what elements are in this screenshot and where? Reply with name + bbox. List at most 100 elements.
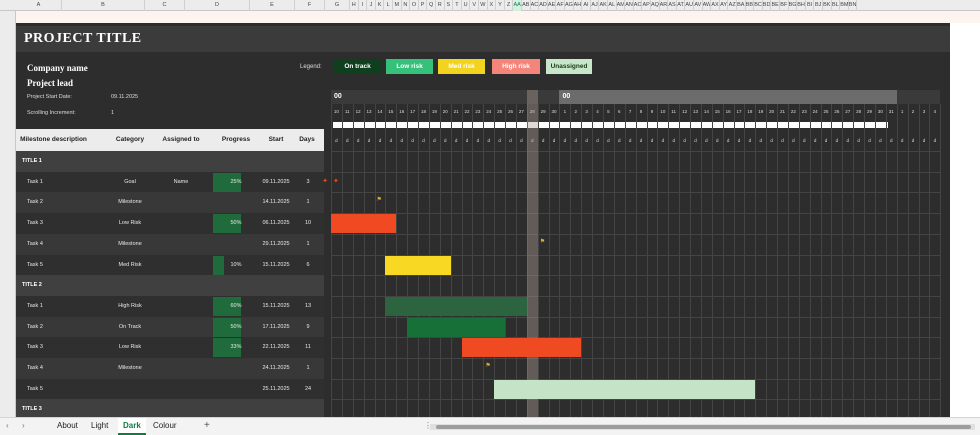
- column-header-al[interactable]: AL: [608, 0, 617, 11]
- task-category[interactable]: Med Risk: [104, 255, 156, 276]
- column-header-ai[interactable]: AI: [582, 0, 591, 11]
- task-progress[interactable]: 50%: [221, 213, 251, 234]
- column-header-a[interactable]: A: [16, 0, 62, 11]
- task-progress[interactable]: 60%: [221, 296, 251, 317]
- table-row[interactable]: Task 3 Low Risk 50% 06.11.2025 10: [16, 213, 324, 235]
- column-header-ba[interactable]: BA: [737, 0, 746, 11]
- column-header-c[interactable]: C: [145, 0, 185, 11]
- column-header-d[interactable]: D: [185, 0, 250, 11]
- task-days[interactable]: 1: [295, 192, 321, 213]
- task-assigned[interactable]: [156, 358, 206, 379]
- task-category[interactable]: On Track: [104, 317, 156, 338]
- task-progress[interactable]: 25%: [221, 172, 251, 193]
- column-header-av[interactable]: AV: [694, 0, 703, 11]
- column-header-aa[interactable]: AA: [513, 0, 522, 11]
- task-progress[interactable]: 50%: [221, 317, 251, 338]
- column-header-r[interactable]: R: [436, 0, 445, 11]
- task-start[interactable]: 14.11.2025: [259, 192, 293, 213]
- task-category[interactable]: Low Risk: [104, 337, 156, 358]
- column-header-ak[interactable]: AK: [599, 0, 608, 11]
- task-progress[interactable]: [221, 358, 251, 379]
- column-header-ag[interactable]: AG: [565, 0, 574, 11]
- task-category[interactable]: Milestone: [104, 192, 156, 213]
- task-assigned[interactable]: [156, 234, 206, 255]
- task-name[interactable]: Task 2: [27, 317, 97, 338]
- task-start[interactable]: 15.11.2025: [259, 296, 293, 317]
- task-assigned[interactable]: [156, 255, 206, 276]
- section-title-row[interactable]: TITLE 1: [16, 151, 324, 172]
- column-header-af[interactable]: AF: [556, 0, 565, 11]
- column-header-ax[interactable]: AX: [711, 0, 720, 11]
- horizontal-scrollbar[interactable]: [430, 424, 975, 430]
- column-header-g[interactable]: G: [325, 0, 350, 11]
- column-header-x[interactable]: X: [488, 0, 497, 11]
- column-header-at[interactable]: AT: [677, 0, 686, 11]
- column-header-v[interactable]: V: [470, 0, 479, 11]
- column-header-aq[interactable]: AQ: [651, 0, 660, 11]
- column-header-ay[interactable]: AY: [720, 0, 729, 11]
- column-header-bd[interactable]: BD: [763, 0, 772, 11]
- column-header-t[interactable]: T: [453, 0, 462, 11]
- column-header-bi[interactable]: BI: [806, 0, 815, 11]
- section-title[interactable]: TITLE 1: [22, 151, 102, 172]
- task-days[interactable]: 24: [295, 379, 321, 400]
- column-header-ap[interactable]: AP: [642, 0, 651, 11]
- column-header-ab[interactable]: AB: [522, 0, 531, 11]
- add-sheet-button[interactable]: +: [204, 418, 210, 435]
- column-header-s[interactable]: S: [445, 0, 454, 11]
- column-header-ao[interactable]: AO: [634, 0, 643, 11]
- column-header-bg[interactable]: BG: [789, 0, 798, 11]
- task-days[interactable]: 1: [295, 234, 321, 255]
- task-category[interactable]: Milestone: [104, 234, 156, 255]
- tab-light[interactable]: Light: [86, 418, 113, 435]
- column-header-am[interactable]: AM: [617, 0, 626, 11]
- task-progress[interactable]: 10%: [221, 255, 251, 276]
- task-assigned[interactable]: Name: [156, 172, 206, 193]
- column-header-bb[interactable]: BB: [746, 0, 755, 11]
- section-title-row[interactable]: TITLE 2: [16, 275, 324, 297]
- task-name[interactable]: Task 3: [27, 213, 97, 234]
- task-category[interactable]: [104, 379, 156, 400]
- task-name[interactable]: Task 5: [27, 379, 97, 400]
- task-progress[interactable]: [221, 192, 251, 213]
- task-category[interactable]: Goal: [104, 172, 156, 193]
- column-header-ah[interactable]: AH: [574, 0, 583, 11]
- column-header-au[interactable]: AU: [685, 0, 694, 11]
- task-start[interactable]: 24.11.2025: [259, 358, 293, 379]
- goal-star-icon[interactable]: ✦: [333, 177, 339, 185]
- table-row[interactable]: Task 5 25.11.2025 24: [16, 378, 324, 400]
- task-name[interactable]: Task 5: [27, 255, 97, 276]
- column-header-ac[interactable]: AC: [531, 0, 540, 11]
- gantt-bar[interactable]: [461, 338, 582, 358]
- column-header-bj[interactable]: BJ: [814, 0, 823, 11]
- section-title-row[interactable]: TITLE 3: [16, 399, 324, 417]
- task-name[interactable]: Task 4: [27, 358, 97, 379]
- row-header-strip[interactable]: [0, 11, 16, 417]
- task-assigned[interactable]: [156, 213, 206, 234]
- start-date-value[interactable]: 09.11.2025: [111, 94, 138, 100]
- column-header-ae[interactable]: AE: [548, 0, 557, 11]
- tab-colour[interactable]: Colour: [148, 418, 182, 435]
- task-start[interactable]: 06.11.2025: [259, 213, 293, 234]
- project-lead[interactable]: Project lead: [27, 78, 73, 88]
- task-days[interactable]: 13: [295, 296, 321, 317]
- milestone-flag-icon[interactable]: ⚑: [377, 196, 382, 203]
- task-assigned[interactable]: [156, 379, 206, 400]
- task-start[interactable]: 22.11.2025: [259, 337, 293, 358]
- column-header-j[interactable]: J: [367, 0, 376, 11]
- table-row[interactable]: Task 4 Milestone 29.11.2025 1: [16, 233, 324, 255]
- task-name[interactable]: Task 4: [27, 234, 97, 255]
- task-start[interactable]: 29.11.2025: [259, 234, 293, 255]
- column-header-l[interactable]: L: [384, 0, 393, 11]
- table-row[interactable]: Task 1 High Risk 60% 15.11.2025 13: [16, 295, 324, 317]
- task-start[interactable]: 25.11.2025: [259, 379, 293, 400]
- scrollbar-thumb[interactable]: [436, 425, 971, 429]
- column-header-aj[interactable]: AJ: [591, 0, 600, 11]
- task-name[interactable]: Task 3: [27, 337, 97, 358]
- task-progress[interactable]: [221, 379, 251, 400]
- project-title[interactable]: PROJECT TITLE: [24, 31, 142, 47]
- column-header-b[interactable]: B: [62, 0, 145, 11]
- task-days[interactable]: 6: [295, 255, 321, 276]
- task-category[interactable]: Milestone: [104, 358, 156, 379]
- task-assigned[interactable]: [156, 192, 206, 213]
